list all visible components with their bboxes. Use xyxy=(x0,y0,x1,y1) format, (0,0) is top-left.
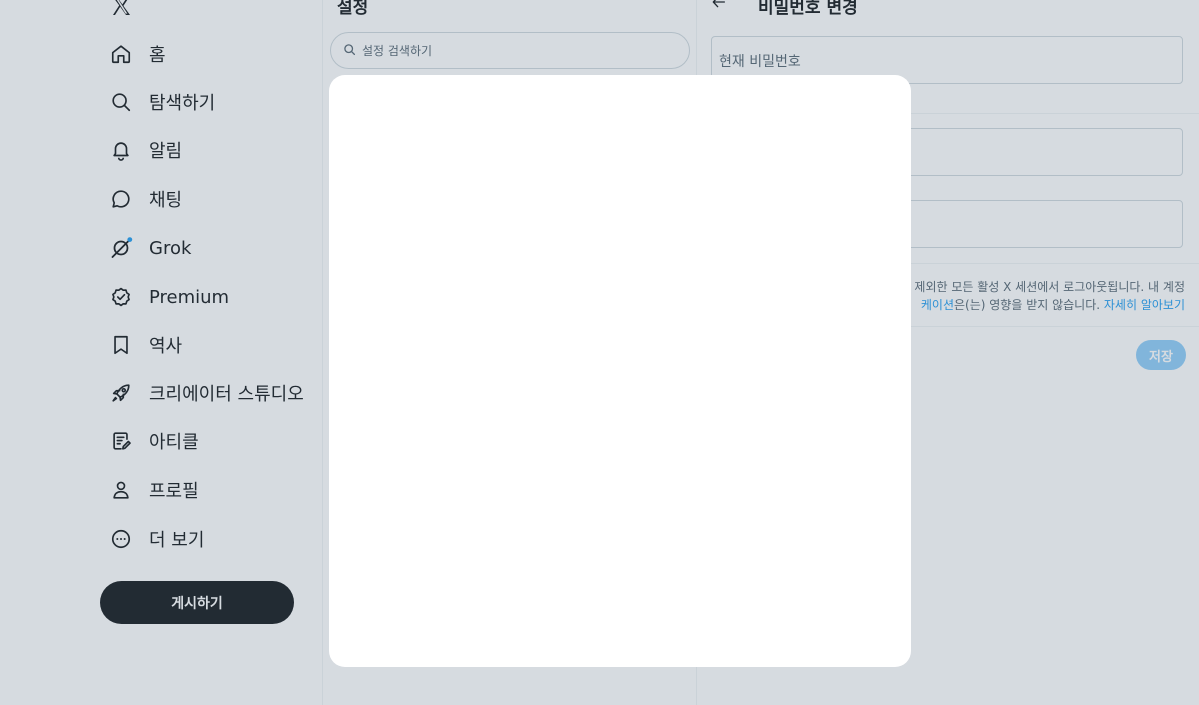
app-root: 홈 탐색하기 알림 채팅 Grok Premium 역사 크리에이터 스튜디오 … xyxy=(0,0,1199,705)
modal-dialog xyxy=(329,75,911,667)
